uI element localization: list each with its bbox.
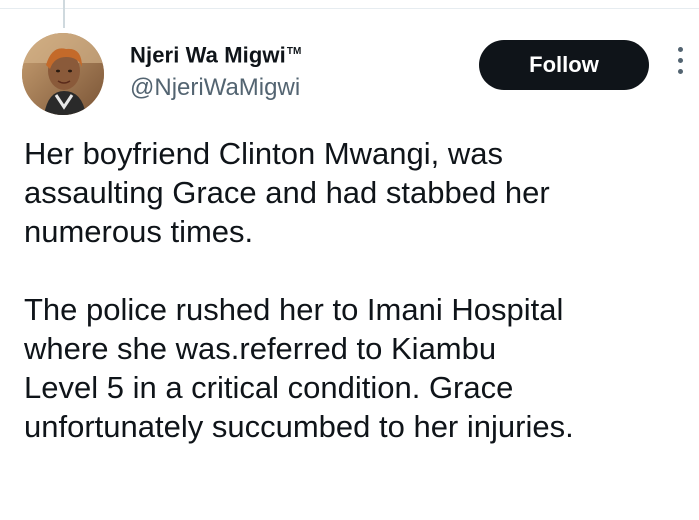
follow-button[interactable]: Follow [479,40,649,90]
more-dot [677,46,683,52]
tweet-text-line: The police rushed her to Imani Hospital [24,292,564,327]
more-dot [677,57,683,63]
author-display-name[interactable]: Njeri Wa MigwiTM [130,38,301,69]
author-info: Njeri Wa MigwiTM @NjeriWaMigwi [130,38,301,103]
author-handle[interactable]: @NjeriWaMigwi [130,73,301,103]
tweet-text-line: unfortunately succumbed to her injuries. [24,409,574,444]
tweet-text: Her boyfriend Clinton Mwangi, was assaul… [24,134,684,446]
tweet-text-line: Level 5 in a critical condition. Grace [24,370,514,405]
more-vertical-icon[interactable] [672,40,688,80]
trademark-mark: TM [286,46,302,57]
thread-connector-line [63,0,65,28]
tweet-text-line: where she was.referred to Kiambu [24,331,497,366]
tweet-paragraph: The police rushed her to Imani Hospital … [24,290,684,446]
tweet-text-line: assaulting Grace and had stabbed her [24,175,550,210]
tweet-text-line: numerous times. [24,214,254,249]
avatar[interactable] [22,33,104,115]
more-dot [677,68,683,74]
top-divider [0,8,699,9]
avatar-image [22,33,104,115]
tweet-text-line: Her boyfriend Clinton Mwangi, was [24,136,503,171]
tweet-paragraph: Her boyfriend Clinton Mwangi, was assaul… [24,134,684,251]
